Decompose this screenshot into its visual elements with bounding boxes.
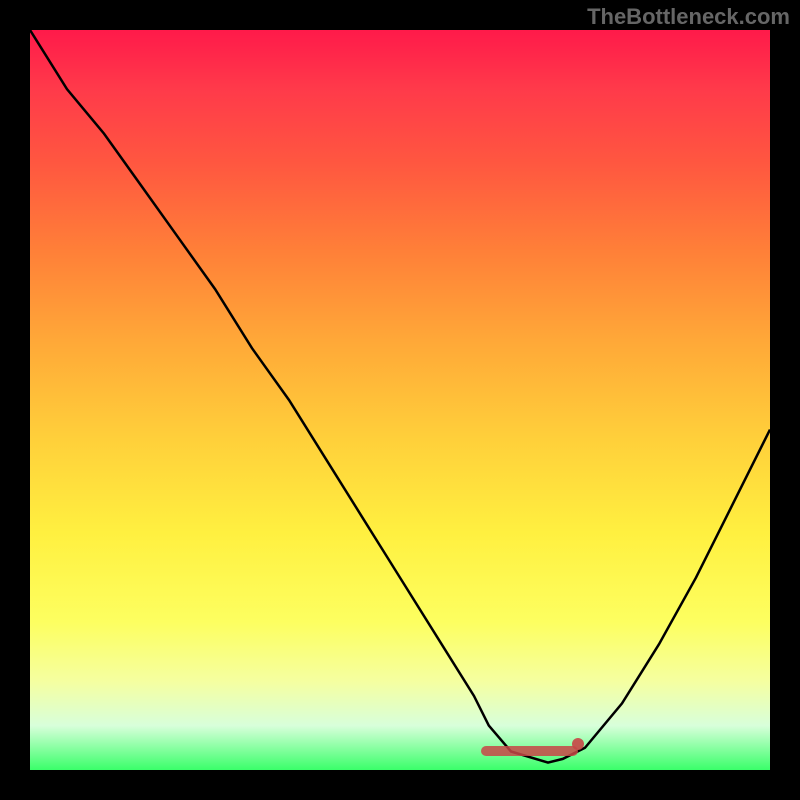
watermark-text: TheBottleneck.com — [587, 4, 790, 30]
chart-plot-area — [30, 30, 770, 770]
optimal-point-marker — [572, 738, 584, 750]
optimal-range-marker — [481, 746, 577, 756]
bottleneck-curve — [30, 30, 770, 770]
